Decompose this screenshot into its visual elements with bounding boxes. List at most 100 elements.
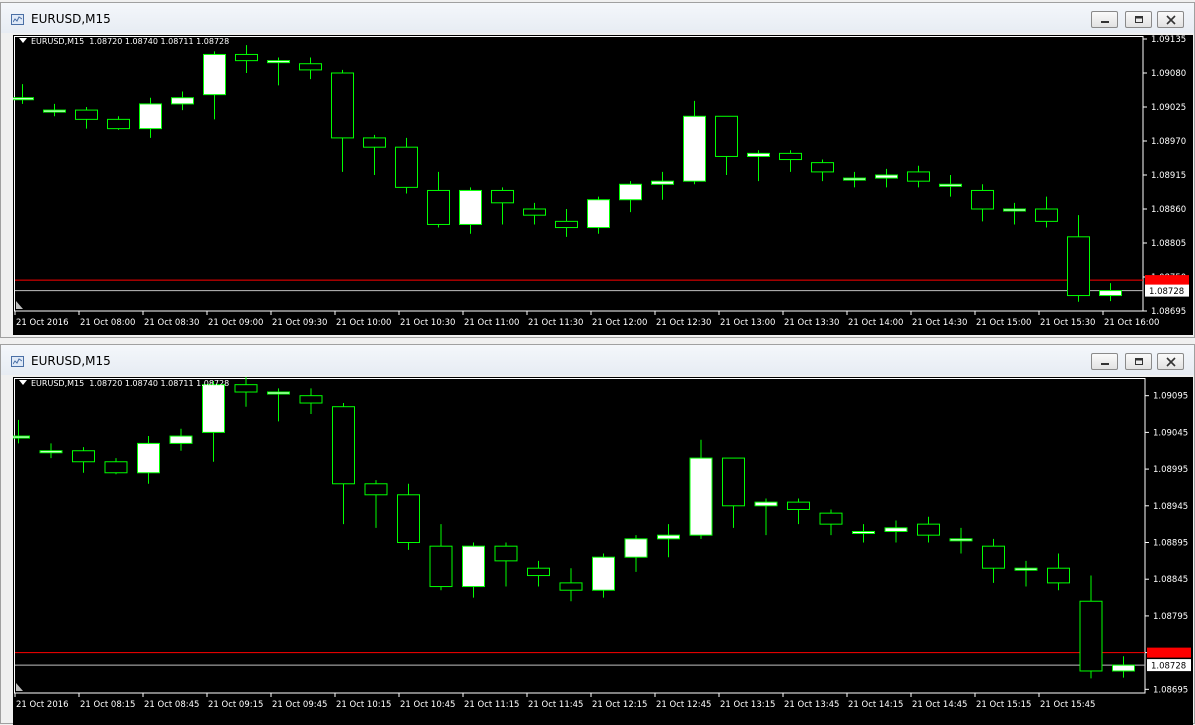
candle: [1099, 283, 1122, 302]
close-button[interactable]: [1157, 11, 1184, 28]
candle: [104, 458, 128, 475]
price-scale-label: 1.09045: [1153, 428, 1188, 438]
ask-price-tag: [1145, 275, 1189, 286]
candle: [299, 388, 323, 415]
price-scale-label: 1.09095: [1153, 392, 1188, 402]
price-scale-label: 1.08695: [1153, 685, 1188, 695]
titlebar[interactable]: EURUSD,M15: [1, 3, 1194, 33]
candle: [332, 403, 355, 525]
time-scale-label: 21 Oct 10:00: [336, 318, 391, 328]
candle: [1067, 215, 1090, 302]
candle: [429, 524, 453, 591]
time-scale-label: 21 Oct 09:30: [272, 318, 327, 328]
candle: [397, 483, 420, 550]
chart-shift-marker-icon[interactable]: [16, 301, 23, 309]
current-price-label: 1.08728: [1149, 287, 1184, 297]
candle: [13, 419, 30, 444]
candle: [527, 560, 550, 587]
candle: [555, 209, 578, 237]
minimize-button[interactable]: [1091, 11, 1118, 28]
chart-window-2: EURUSD,M15 1.09095 1.09045 1.08995 1.08945 1…: [0, 344, 1195, 725]
time-scale-label: 21 Oct 12:45: [656, 700, 711, 710]
candle: [331, 69, 354, 172]
time-scale-label: 21 Oct 11:45: [528, 700, 583, 710]
candle: [169, 428, 193, 451]
candlestick-chart[interactable]: 1.09095 1.09045 1.08995 1.08945 1.08895 1.088…: [13, 377, 1193, 725]
restore-button[interactable]: [1125, 353, 1152, 370]
candle: [657, 524, 680, 558]
candle: [592, 553, 615, 598]
candle: [1003, 202, 1026, 225]
candle: [491, 187, 514, 225]
price-scale-label: 1.09135: [1151, 35, 1186, 45]
candle: [819, 509, 843, 536]
candle: [907, 165, 930, 188]
chart-area[interactable]: 1.09095 1.09045 1.08995 1.08945 1.08895 1.088…: [13, 377, 1193, 725]
price-scale-label: 1.09025: [1151, 103, 1186, 113]
price-scale-label: 1.08970: [1151, 137, 1186, 147]
price-scale-label: 1.08845: [1153, 575, 1188, 585]
time-scale-label: 21 Oct 13:45: [784, 700, 839, 710]
time-scale-label: 21 Oct 10:30: [400, 318, 455, 328]
window-title: EURUSD,M15: [31, 354, 111, 368]
time-scale-label: 21 Oct 11:30: [528, 318, 583, 328]
time-scale-label: 21 Oct 08:30: [144, 318, 199, 328]
candle: [39, 443, 63, 459]
candle: [427, 171, 450, 228]
time-scale-label: 21 Oct 09:00: [208, 318, 263, 328]
candle: [587, 196, 610, 234]
current-price-label: 1.08728: [1151, 662, 1186, 672]
plot-frame: [14, 36, 1144, 312]
price-scale-label: 1.08805: [1151, 239, 1186, 249]
dropdown-triangle-icon[interactable]: [19, 380, 27, 385]
candle: [234, 377, 258, 407]
time-scale-label: 21 Oct 13:00: [720, 318, 775, 328]
candle: [267, 57, 290, 86]
price-scale-label: 1.08695: [1151, 307, 1186, 317]
dropdown-triangle-icon[interactable]: [19, 38, 27, 43]
time-scale-label: 21 Oct 08:15: [80, 700, 135, 710]
candle: [787, 498, 810, 525]
candle: [494, 542, 518, 587]
candle: [235, 45, 258, 73]
close-button[interactable]: [1157, 353, 1184, 370]
candle: [971, 184, 994, 222]
price-scale-label: 1.08795: [1153, 612, 1188, 622]
plot-frame: [14, 378, 1146, 694]
candle: [523, 202, 546, 225]
symbol-info-text: EURUSD,M15 1.08720 1.08740 1.08711 1.087…: [31, 37, 230, 46]
symbol-info-text: EURUSD,M15 1.08720 1.08740 1.08711 1.087…: [31, 379, 230, 388]
symbol-info: EURUSD,M15 1.08720 1.08740 1.08711 1.087…: [19, 37, 229, 46]
candle: [1112, 656, 1135, 678]
candle: [747, 150, 770, 182]
candle: [651, 171, 674, 200]
candle: [364, 480, 388, 528]
time-scale-label: 21 Oct 14:00: [848, 318, 903, 328]
candlestick-chart[interactable]: 1.09135 1.09080 1.09025 1.08970 1.08915 1.088…: [13, 35, 1193, 335]
candle: [1079, 575, 1103, 679]
candle: [715, 115, 738, 175]
candle: [202, 381, 225, 462]
candle: [624, 535, 648, 572]
restore-button[interactable]: [1125, 11, 1152, 28]
candle: [982, 538, 1005, 583]
time-scale-label: 21 Oct 2016: [16, 700, 69, 710]
price-scale-label: 1.08860: [1151, 205, 1186, 215]
time-scale-label: 21 Oct 13:15: [720, 700, 775, 710]
candle: [72, 447, 95, 473]
time-scale-label: 21 Oct 15:30: [1040, 318, 1095, 328]
candle: [203, 51, 226, 120]
time-scale-label: 21 Oct 10:15: [336, 700, 391, 710]
candle: [1047, 553, 1070, 591]
time-scale-label: 21 Oct 14:30: [912, 318, 967, 328]
time-scale-label: 21 Oct 12:15: [592, 700, 647, 710]
candle: [75, 107, 98, 129]
chart-area[interactable]: 1.09135 1.09080 1.09025 1.08970 1.08915 1.088…: [13, 35, 1193, 335]
candle: [459, 187, 482, 234]
minimize-button[interactable]: [1091, 353, 1118, 370]
time-scale-label: 21 Oct 08:00: [80, 318, 135, 328]
candle: [107, 116, 130, 130]
chart-shift-marker-icon[interactable]: [16, 683, 23, 691]
candle: [299, 57, 322, 80]
titlebar[interactable]: EURUSD,M15: [1, 345, 1194, 375]
